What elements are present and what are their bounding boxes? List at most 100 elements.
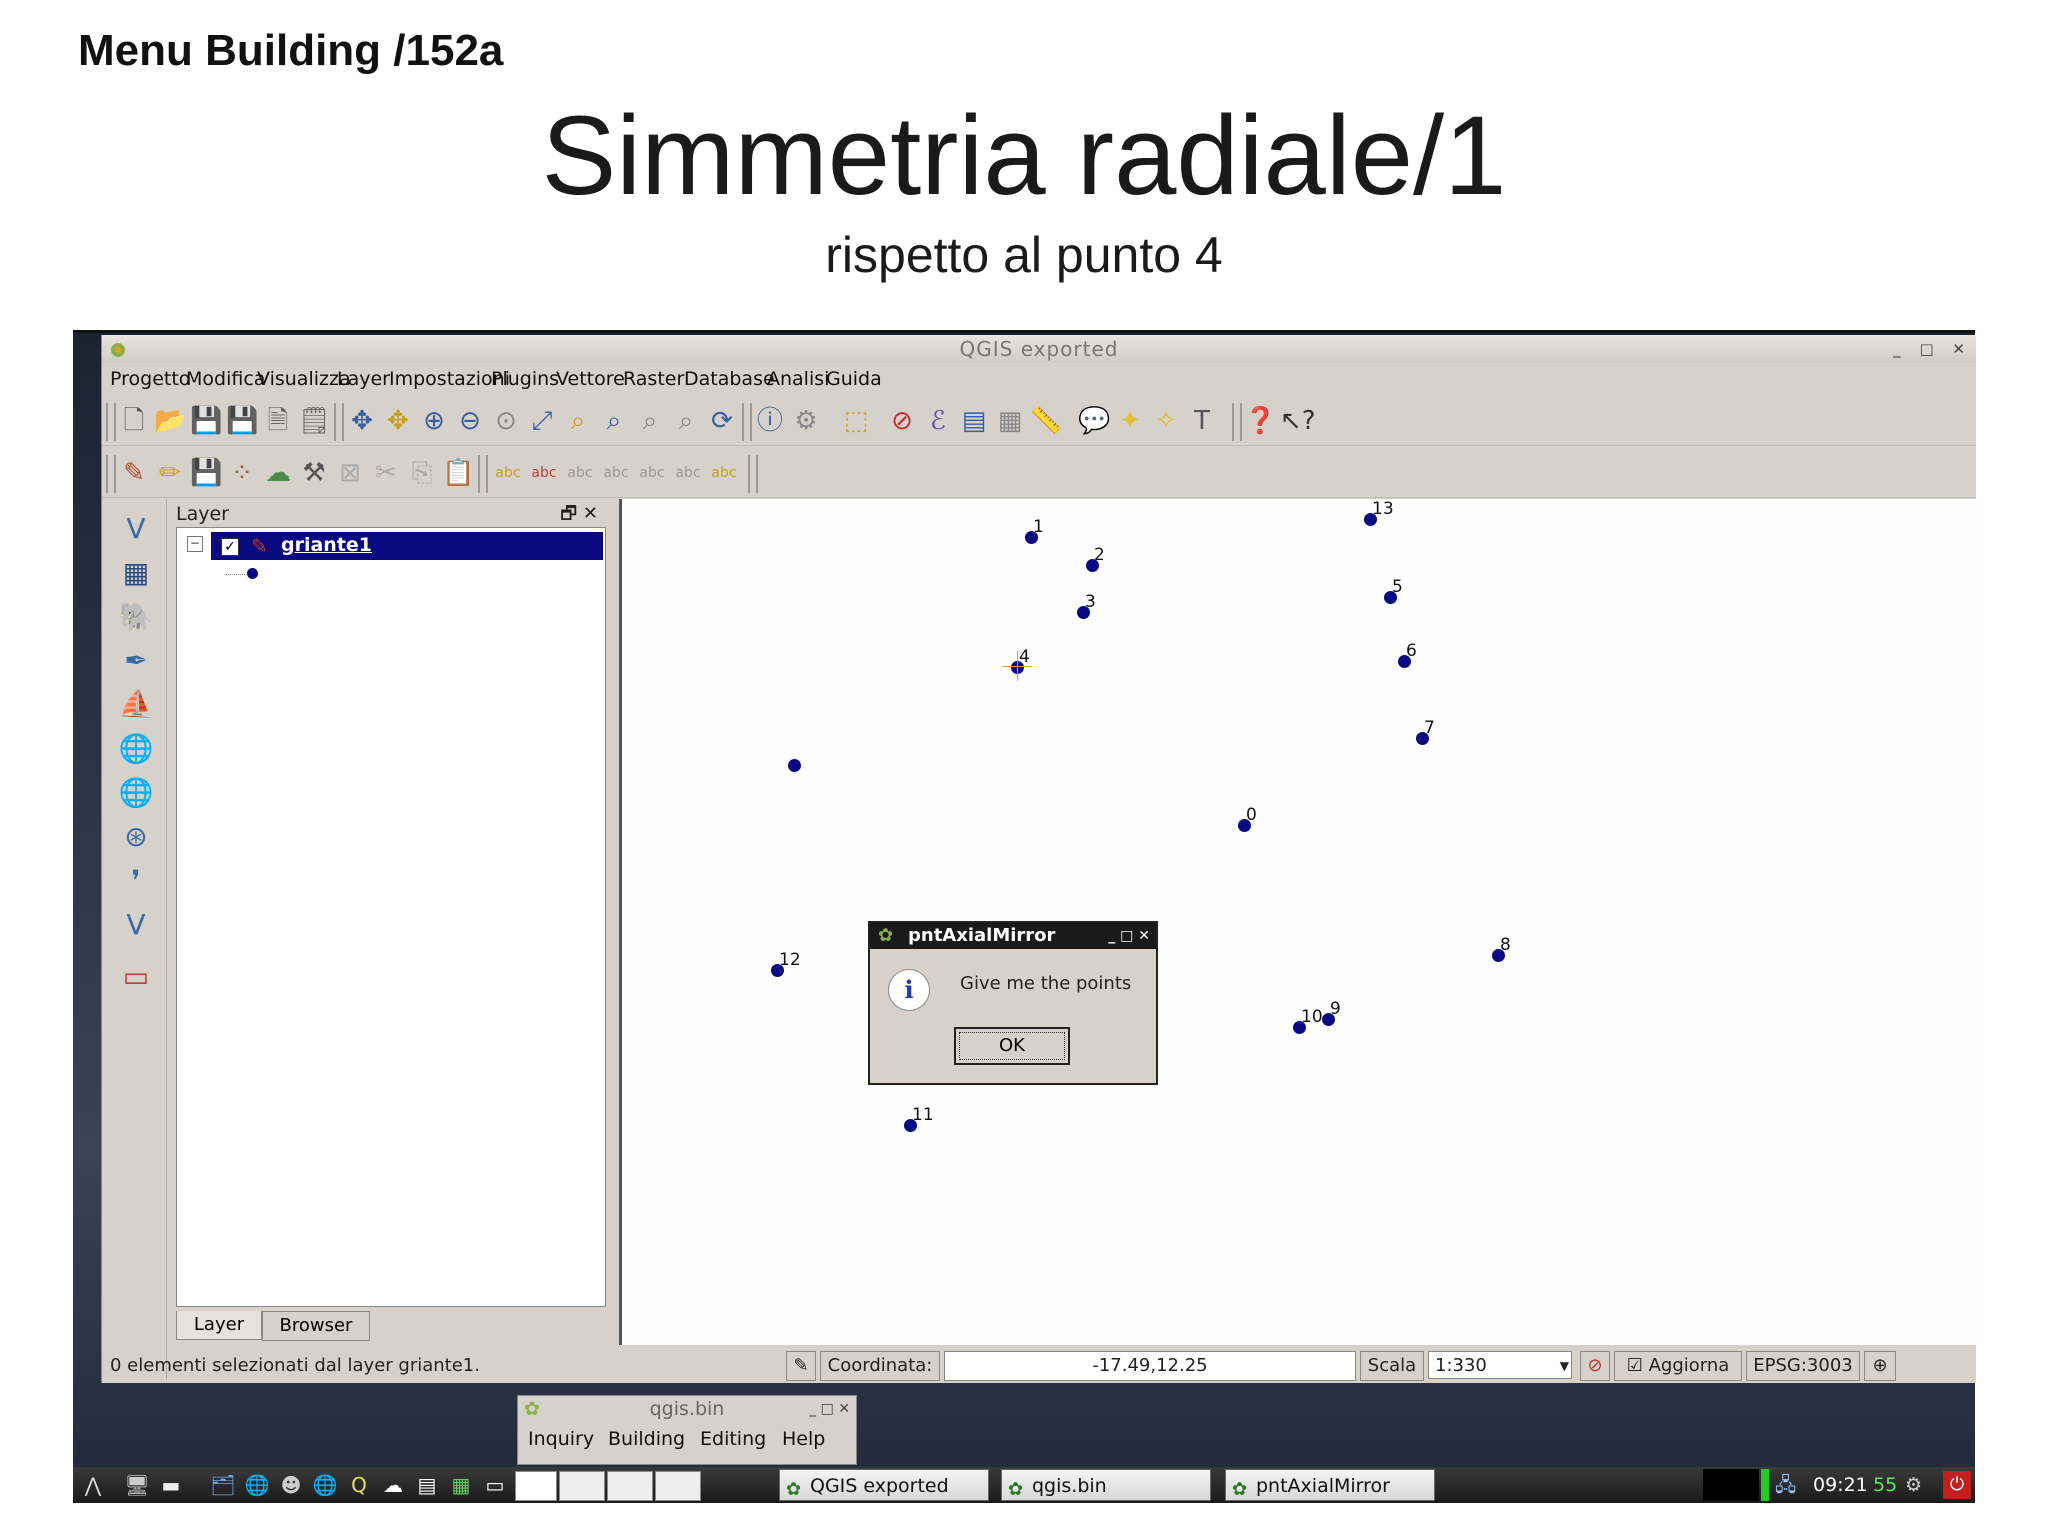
render-toggle[interactable]: ☑ Aggiorna xyxy=(1614,1351,1742,1381)
menu-vettore[interactable]: Vettore xyxy=(556,368,625,390)
pin-labels-icon[interactable]: abc xyxy=(528,457,560,489)
highlight-pinned-icon[interactable]: abc xyxy=(564,457,596,489)
minimize-icon[interactable]: _ xyxy=(1893,340,1902,358)
network-tray-icon[interactable]: 🖧 xyxy=(1775,1469,1796,1501)
remove-layer-icon[interactable]: ▭ xyxy=(118,959,154,995)
toolbar-grip[interactable] xyxy=(106,403,116,441)
window-list-icon[interactable]: ▭ xyxy=(481,1471,509,1499)
menu-modifica[interactable]: Modifica xyxy=(186,368,265,390)
grass-icon[interactable]: 🌐 xyxy=(311,1471,339,1499)
cut-features-icon[interactable]: ✂ xyxy=(370,457,402,489)
close-icon[interactable]: ✕ xyxy=(1952,340,1966,358)
clock[interactable]: 09:21 xyxy=(1813,1469,1868,1501)
identify-icon[interactable]: ⓘ xyxy=(754,405,786,437)
ok-button[interactable]: OK xyxy=(954,1027,1070,1065)
add-postgis-layer-icon[interactable]: 🐘 xyxy=(118,599,154,635)
move-feature-icon[interactable]: ☁ xyxy=(262,457,294,489)
measure-icon[interactable]: 📏 xyxy=(1030,405,1062,437)
refresh-icon[interactable]: ⟳ xyxy=(706,405,738,437)
power-icon[interactable]: ⏻ xyxy=(1943,1471,1971,1499)
show-hide-labels-icon[interactable]: abc xyxy=(600,457,632,489)
toolbar-grip[interactable] xyxy=(1232,403,1242,441)
writer-icon[interactable]: ▤ xyxy=(413,1471,441,1499)
menu-plugins[interactable]: Plugins xyxy=(491,368,559,390)
task-pntaxialmirror[interactable]: ✿ pntAxialMirror xyxy=(1225,1469,1435,1501)
menu-building[interactable]: Building xyxy=(608,1428,685,1450)
new-print-composer-icon[interactable]: 🗎 xyxy=(262,405,294,437)
coordinate-toggle-icon[interactable]: ✎ xyxy=(786,1351,816,1381)
add-raster-layer-icon[interactable]: ▦ xyxy=(118,555,154,591)
maximize-icon[interactable]: □ xyxy=(1919,340,1934,358)
zoom-in-icon[interactable]: ⊕ xyxy=(418,405,450,437)
menu-layer[interactable]: Layer xyxy=(337,368,390,390)
calc-icon[interactable]: ▦ xyxy=(447,1471,475,1499)
zoom-to-layer-icon[interactable]: ⌕ xyxy=(598,405,630,437)
attribute-table-icon[interactable]: ▤ xyxy=(958,405,990,437)
stop-render-icon[interactable]: ⊘ xyxy=(1580,1351,1610,1381)
toolbar-grip[interactable] xyxy=(742,403,752,441)
menu-help[interactable]: Help xyxy=(782,1428,825,1450)
add-vector-layer-icon[interactable]: V xyxy=(118,511,154,547)
task-qgis-bin[interactable]: ✿ qgis.bin xyxy=(1001,1469,1211,1501)
delete-selected-icon[interactable]: ⊠ xyxy=(334,457,366,489)
collapse-icon[interactable]: − xyxy=(187,536,203,552)
new-project-icon[interactable]: 🗋 xyxy=(118,405,150,437)
coordinate-field[interactable]: -17.49,12.25 xyxy=(944,1351,1356,1381)
add-wfs-layer-icon[interactable]: ⊛ xyxy=(118,819,154,855)
tab-browser[interactable]: Browser xyxy=(262,1311,370,1341)
map-tips-icon[interactable]: 💬 xyxy=(1078,405,1110,437)
terminal-icon[interactable]: ▬ xyxy=(157,1471,185,1499)
new-bookmark-icon[interactable]: ✦ xyxy=(1114,405,1146,437)
browser-icon[interactable]: 🌐 xyxy=(243,1471,271,1499)
chevron-down-icon[interactable]: ▼ xyxy=(1560,1352,1569,1380)
dialog-window-controls[interactable]: _ □ ✕ xyxy=(1108,923,1150,949)
help-contents-icon[interactable]: ❓ xyxy=(1244,405,1276,437)
map-point[interactable] xyxy=(788,759,801,772)
toolbar-grip[interactable] xyxy=(478,455,488,493)
composer-manager-icon[interactable]: 🗒 xyxy=(298,405,331,437)
add-feature-icon[interactable]: ⁘ xyxy=(226,457,258,489)
select-features-icon[interactable]: ⬚ xyxy=(840,405,872,437)
show-bookmarks-icon[interactable]: ✧ xyxy=(1150,405,1182,437)
menu-inquiry[interactable]: Inquiry xyxy=(528,1428,594,1450)
select-by-expression-icon[interactable]: ℰ xyxy=(922,405,954,437)
zoom-actual-size-icon[interactable]: ⊙ xyxy=(490,405,522,437)
workspace-2[interactable] xyxy=(559,1471,605,1501)
gimp-icon[interactable]: ☻ xyxy=(277,1471,305,1499)
paste-features-icon[interactable]: 📋 xyxy=(442,457,474,489)
save-as-icon[interactable]: 💾 xyxy=(226,405,258,437)
workspace-3[interactable] xyxy=(607,1471,653,1501)
add-mssql-layer-icon[interactable]: ⛵ xyxy=(118,687,154,723)
current-edits-icon[interactable]: ✎ xyxy=(118,457,150,489)
new-layer-icon[interactable]: V xyxy=(118,907,154,943)
menu-analisi[interactable]: Analisi xyxy=(767,368,829,390)
menu-progetto[interactable]: Progetto xyxy=(110,368,190,390)
save-edits-icon[interactable]: 💾 xyxy=(190,457,222,489)
rotate-label-icon[interactable]: abc xyxy=(672,457,704,489)
node-tool-icon[interactable]: ⚒ xyxy=(298,457,330,489)
crs-status-icon[interactable]: ⊕ xyxy=(1864,1351,1896,1381)
copy-features-icon[interactable]: ⎘ xyxy=(406,457,438,489)
toolbar-grip[interactable] xyxy=(334,403,344,441)
add-wcs-layer-icon[interactable]: 🌐 xyxy=(118,775,154,811)
scale-combobox[interactable]: 1:330 ▼ xyxy=(1428,1351,1572,1379)
menu-database[interactable]: Database xyxy=(684,368,775,390)
run-action-icon[interactable]: ⚙ xyxy=(790,405,822,437)
file-manager-icon[interactable]: 🗂 xyxy=(209,1471,237,1499)
text-annotation-icon[interactable]: T xyxy=(1186,405,1218,437)
statistics-icon[interactable]: ▦ xyxy=(994,405,1026,437)
zoom-last-icon[interactable]: ⌕ xyxy=(634,405,666,437)
toolbar-grip[interactable] xyxy=(106,455,116,493)
pan-icon[interactable]: ✥ xyxy=(346,405,378,437)
show-desktop-icon[interactable]: 🖥 xyxy=(123,1471,151,1499)
deselect-icon[interactable]: ⊘ xyxy=(886,405,918,437)
change-label-icon[interactable]: abc xyxy=(708,457,740,489)
toggle-editing-icon[interactable]: ✏ xyxy=(154,457,186,489)
workspace-4[interactable] xyxy=(655,1471,701,1501)
workspace-1[interactable] xyxy=(515,1471,557,1501)
menu-guida[interactable]: Guida xyxy=(826,368,882,390)
move-label-icon[interactable]: abc xyxy=(636,457,668,489)
pan-to-selection-icon[interactable]: ✥ xyxy=(382,405,414,437)
task-qgis-exported[interactable]: ✿ QGIS exported xyxy=(779,1469,989,1501)
plugin-window-controls[interactable]: _ □ ✕ xyxy=(809,1396,850,1422)
